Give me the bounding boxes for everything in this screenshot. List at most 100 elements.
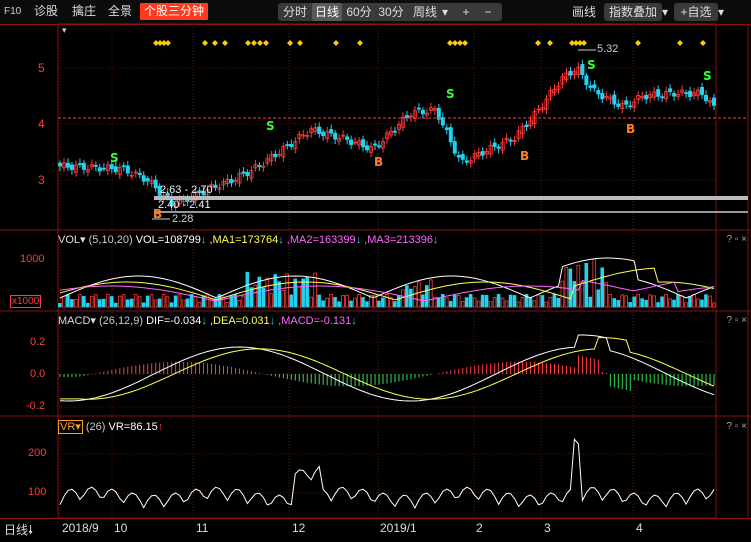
volume-bar [265, 277, 270, 308]
date-label-2019-1: 2019/1 [380, 521, 417, 535]
volume-bar [93, 294, 98, 308]
date-axis: 日线🠗 2018/9 10 11 12 2019/1 2 3 4 [0, 518, 751, 537]
main-dropdown-icon[interactable]: ▾ [62, 25, 67, 36]
vol-indicator-name[interactable]: VOL [58, 234, 80, 246]
range-box-1 [154, 196, 748, 200]
volume-bar [532, 300, 537, 308]
volume-bar [504, 300, 509, 308]
macd-panel-controls[interactable]: ? ▫ × [726, 315, 747, 326]
volume-bar [309, 296, 313, 308]
volume-bar [448, 300, 453, 308]
price-candle [137, 172, 142, 176]
volume-bar [692, 294, 696, 308]
vr-indicator-name[interactable]: VR▾ [58, 420, 83, 434]
price-candle [628, 105, 633, 108]
macd-dropdown-icon[interactable]: ▾ [90, 315, 96, 327]
price-candle [660, 96, 665, 99]
price-candle [688, 90, 693, 97]
volume-bar [596, 289, 601, 308]
macd-tick-0.2: 0.2 [30, 336, 46, 348]
volume-bar [353, 297, 357, 308]
volume-bar [277, 281, 282, 308]
volume-bar [193, 296, 198, 308]
volume-bar [249, 287, 254, 308]
volume-bar [121, 294, 126, 308]
price-candle [392, 130, 397, 133]
price-candle [229, 179, 234, 184]
axis-period-label[interactable]: 日线🠗 [4, 521, 33, 542]
volume-bar [169, 302, 174, 308]
price-candle [612, 94, 617, 105]
volume-bar [185, 298, 190, 308]
price-candle [125, 165, 130, 174]
volume-bar [317, 294, 321, 308]
vr-panel[interactable] [59, 437, 715, 510]
price-candle [712, 97, 717, 106]
volume-bar [165, 296, 170, 308]
vol-ma3: ,MA3=213396 [364, 234, 433, 246]
macd-header: MACD▾ (26,12,9) DIF=-0.034↓ ,DEA=0.031↓ … [58, 315, 357, 327]
price-candle [345, 136, 350, 140]
volume-bar [548, 296, 553, 308]
vol-dropdown-icon[interactable]: ▾ [80, 234, 86, 246]
volume-bar [496, 294, 501, 308]
volume-bar [660, 296, 664, 308]
volume-bar [456, 294, 461, 308]
signal-diamond-icon [222, 40, 228, 46]
price-candle [480, 151, 485, 156]
sell-signal-mark: S [587, 58, 596, 72]
volume-bar [137, 296, 142, 308]
volume-panel[interactable] [58, 257, 716, 308]
price-candle [349, 139, 354, 146]
price-candle [464, 160, 469, 163]
vol-ma2: ,MA2=163399 [286, 234, 356, 246]
date-label-3: 3 [544, 521, 551, 535]
macd-indicator-name[interactable]: MACD [58, 315, 90, 327]
price-candle [496, 146, 501, 149]
price-candle [365, 145, 370, 151]
vol-header: VOL▾ (5,10,20) VOL=108799↓ ,MA1=173764↓ … [58, 234, 439, 246]
volume-bar [556, 297, 561, 308]
volume-bar [269, 293, 274, 308]
vol-unit-label: x1000 [10, 295, 42, 308]
chart-canvas[interactable]: SSSSSBB BB [0, 0, 751, 536]
volume-bar [97, 299, 102, 308]
volume-bar [484, 295, 489, 308]
price-candle [317, 126, 322, 135]
macd-params: (26,12,9) [98, 315, 144, 327]
volume-bar [337, 301, 341, 308]
volume-bar [428, 279, 433, 308]
date-label-11: 11 [196, 521, 209, 535]
volume-bar [78, 294, 82, 308]
volume-bar [588, 296, 593, 308]
price-candle [321, 131, 326, 136]
volume-bar [157, 298, 162, 308]
volume-bar [74, 299, 78, 308]
volume-bar [688, 296, 692, 308]
volume-bar [225, 302, 230, 308]
volume-bar [668, 298, 672, 308]
macd-dea: ,DEA=0.031 [209, 315, 270, 327]
price-candle [97, 167, 102, 172]
macd-panel[interactable] [59, 334, 715, 402]
volume-bar [113, 302, 118, 308]
volume-bar [397, 294, 401, 308]
volume-bar [620, 294, 624, 308]
volume-bar [345, 294, 349, 308]
signal-diamond-icon [202, 40, 208, 46]
price-candle [440, 117, 445, 126]
price-candle [81, 162, 86, 170]
volume-bar [181, 299, 186, 308]
volume-bar [86, 302, 90, 308]
price-candle [600, 93, 605, 100]
volume-bar [82, 296, 86, 308]
vol-panel-controls[interactable]: ? ▫ × [726, 234, 747, 245]
price-candle [101, 167, 106, 170]
volume-bar [476, 300, 481, 308]
volume-bar [101, 298, 106, 308]
volume-bar [393, 301, 397, 308]
volume-bar [580, 281, 585, 308]
volume-bar [333, 296, 337, 308]
volume-bar [70, 299, 74, 308]
vr-panel-controls[interactable]: ? ▫ × [726, 421, 747, 432]
